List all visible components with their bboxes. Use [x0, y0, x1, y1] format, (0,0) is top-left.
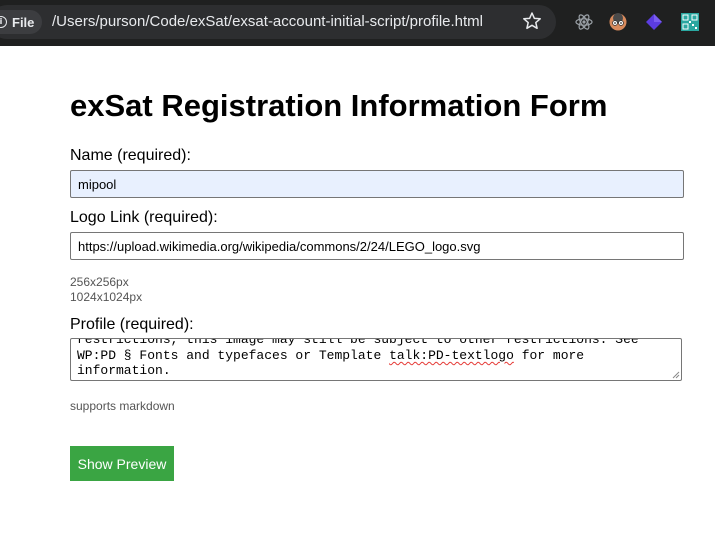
profile-label: Profile (required):	[70, 316, 194, 333]
name-input[interactable]	[70, 170, 684, 198]
site-info-chip[interactable]: i File	[0, 10, 43, 34]
logo-link-input[interactable]	[70, 232, 684, 260]
qr-code-extension-icon[interactable]	[680, 12, 700, 32]
profile-line-3: information.	[77, 363, 171, 378]
react-devtools-icon[interactable]	[574, 12, 594, 32]
bookmark-star-icon[interactable]	[522, 11, 542, 31]
info-icon: i	[0, 16, 7, 28]
logo-size-hint-small: 256x256px	[70, 275, 129, 289]
avatar-extension-icon[interactable]	[608, 12, 628, 32]
profile-line-2-end: for more	[513, 348, 585, 363]
resize-handle-icon[interactable]	[672, 371, 680, 379]
profile-line-1: restrictions, this image may still be su…	[77, 338, 639, 347]
logo-link-label: Logo Link (required):	[70, 209, 218, 226]
profile-line-2: WP:PD § Fonts and typefaces or Template …	[77, 348, 584, 363]
browser-toolbar: i File /Users/purson/Code/exSat/exsat-ac…	[0, 0, 715, 46]
spellcheck-marked-word: talk:PD-textlogo	[389, 348, 514, 363]
show-preview-button[interactable]: Show Preview	[70, 446, 174, 481]
logo-size-hint-large: 1024x1024px	[70, 290, 143, 304]
url-text[interactable]: /Users/purson/Code/exSat/exsat-account-i…	[52, 13, 483, 30]
purple-cube-extension-icon[interactable]	[644, 12, 664, 32]
markdown-hint: supports markdown	[70, 399, 175, 413]
profile-line-2-start: WP:PD § Fonts and typefaces or Template	[77, 348, 390, 363]
site-chip-label: File	[12, 14, 35, 30]
name-label: Name (required):	[70, 147, 191, 164]
profile-textarea[interactable]: restrictions, this image may still be su…	[70, 338, 682, 381]
page-title: exSat Registration Information Form	[70, 88, 608, 123]
